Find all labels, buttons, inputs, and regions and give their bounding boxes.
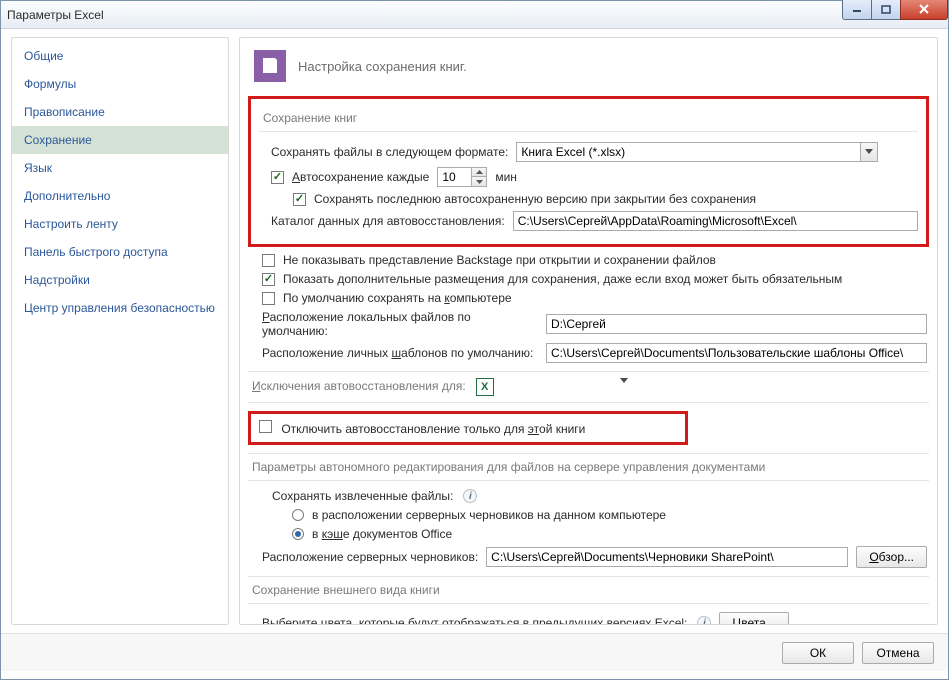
excel-icon: X <box>476 378 494 396</box>
radio-office-cache[interactable] <box>292 528 304 540</box>
templates-label: Расположение личных шаблонов по умолчани… <box>262 346 538 360</box>
titlebar: Параметры Excel <box>1 1 948 29</box>
nav-proofing[interactable]: Правописание <box>12 98 228 126</box>
nav-formulas[interactable]: Формулы <box>12 70 228 98</box>
keep-last-label: Сохранять последнюю автосохраненную верс… <box>314 192 756 206</box>
autorecover-dir-label: Каталог данных для автовосстановления: <box>271 214 505 228</box>
autosave-minutes-stepper[interactable] <box>437 167 487 187</box>
highlight-box-2: Отключить автовосстановление только для … <box>248 411 688 445</box>
show-places-label: Показать дополнительные размещения для с… <box>283 272 842 286</box>
autosave-minutes-value[interactable] <box>437 167 471 187</box>
disable-autorecover-checkbox[interactable] <box>259 420 272 433</box>
keep-last-checkbox[interactable] <box>293 193 306 206</box>
maximize-button[interactable] <box>871 0 901 20</box>
nav-ribbon[interactable]: Настроить ленту <box>12 210 228 238</box>
section-autorecover-exceptions: Исключения автовосстановления для: X <box>248 371 929 403</box>
spin-down-icon[interactable] <box>471 177 487 187</box>
server-drafts-label: Расположение серверных черновиков: <box>262 550 478 564</box>
workbook-dropdown[interactable] <box>620 378 628 396</box>
dialog-footer: ОК Отмена <box>1 633 948 671</box>
save-format-value[interactable] <box>516 142 860 162</box>
section-appearance: Сохранение внешнего вида книги <box>248 576 929 604</box>
show-places-checkbox[interactable] <box>262 273 275 286</box>
radio-server-drafts[interactable] <box>292 509 304 521</box>
server-drafts-input[interactable] <box>486 547 848 567</box>
save-local-label: По умолчанию сохранять на компьютере <box>283 291 512 305</box>
section-save-books: Сохранение книг <box>259 109 918 132</box>
window-title: Параметры Excel <box>7 8 104 22</box>
autorecover-dir-input[interactable] <box>513 211 918 231</box>
nav-general[interactable]: Общие <box>12 42 228 70</box>
save-format-label: Сохранять файлы в следующем формате: <box>271 145 508 159</box>
close-button[interactable] <box>900 0 948 20</box>
cancel-button[interactable]: Отмена <box>862 642 934 664</box>
autosave-label: ААвтосохранение каждыевтосохранение кажд… <box>292 170 429 184</box>
colors-label: Выберите цвета, которые будут отображать… <box>262 616 687 625</box>
section-offline-editing: Параметры автономного редактирования для… <box>248 453 929 481</box>
content-pane: Настройка сохранения книг. Сохранение кн… <box>239 37 938 625</box>
spin-up-icon[interactable] <box>471 167 487 177</box>
no-backstage-label: Не показывать представление Backstage пр… <box>283 253 716 267</box>
local-files-input[interactable] <box>546 314 927 334</box>
info-icon[interactable]: i <box>463 489 477 503</box>
save-local-checkbox[interactable] <box>262 292 275 305</box>
chevron-down-icon[interactable] <box>860 142 878 162</box>
info-icon[interactable]: i <box>697 616 711 625</box>
ok-button[interactable]: ОК <box>782 642 854 664</box>
minimize-button[interactable] <box>842 0 872 20</box>
browse-button[interactable]: Обзор... <box>856 546 927 568</box>
nav-trust[interactable]: Центр управления безопасностью <box>12 294 228 322</box>
disable-autorecover-label: Отключить автовосстановление только для … <box>281 422 585 436</box>
save-icon <box>254 50 286 82</box>
radio-server-drafts-label: в расположении серверных черновиков на д… <box>312 508 666 522</box>
autosave-checkbox[interactable] <box>271 171 284 184</box>
options-dialog: Параметры Excel Общие Формулы Правописан… <box>0 0 949 680</box>
save-format-dropdown[interactable] <box>516 142 878 162</box>
nav-qat[interactable]: Панель быстрого доступа <box>12 238 228 266</box>
nav-addins[interactable]: Надстройки <box>12 266 228 294</box>
nav-sidebar: Общие Формулы Правописание Сохранение Яз… <box>11 37 229 625</box>
colors-button[interactable]: Цвета... <box>719 612 788 625</box>
nav-language[interactable]: Язык <box>12 154 228 182</box>
nav-save[interactable]: Сохранение <box>12 126 228 154</box>
window-buttons <box>843 0 948 20</box>
highlight-box-1: Сохранение книг Сохранять файлы в следую… <box>248 96 929 247</box>
page-title: Настройка сохранения книг. <box>298 59 467 74</box>
templates-input[interactable] <box>546 343 927 363</box>
nav-advanced[interactable]: Дополнительно <box>12 182 228 210</box>
autosave-unit: мин <box>495 170 517 184</box>
local-files-label: Расположение локальных файлов по умолчан… <box>262 310 538 338</box>
radio-office-cache-label: в кэше документов Office <box>312 527 452 541</box>
extracted-files-label: Сохранять извлеченные файлы: <box>272 489 453 503</box>
page-header: Настройка сохранения книг. <box>240 38 937 96</box>
no-backstage-checkbox[interactable] <box>262 254 275 267</box>
